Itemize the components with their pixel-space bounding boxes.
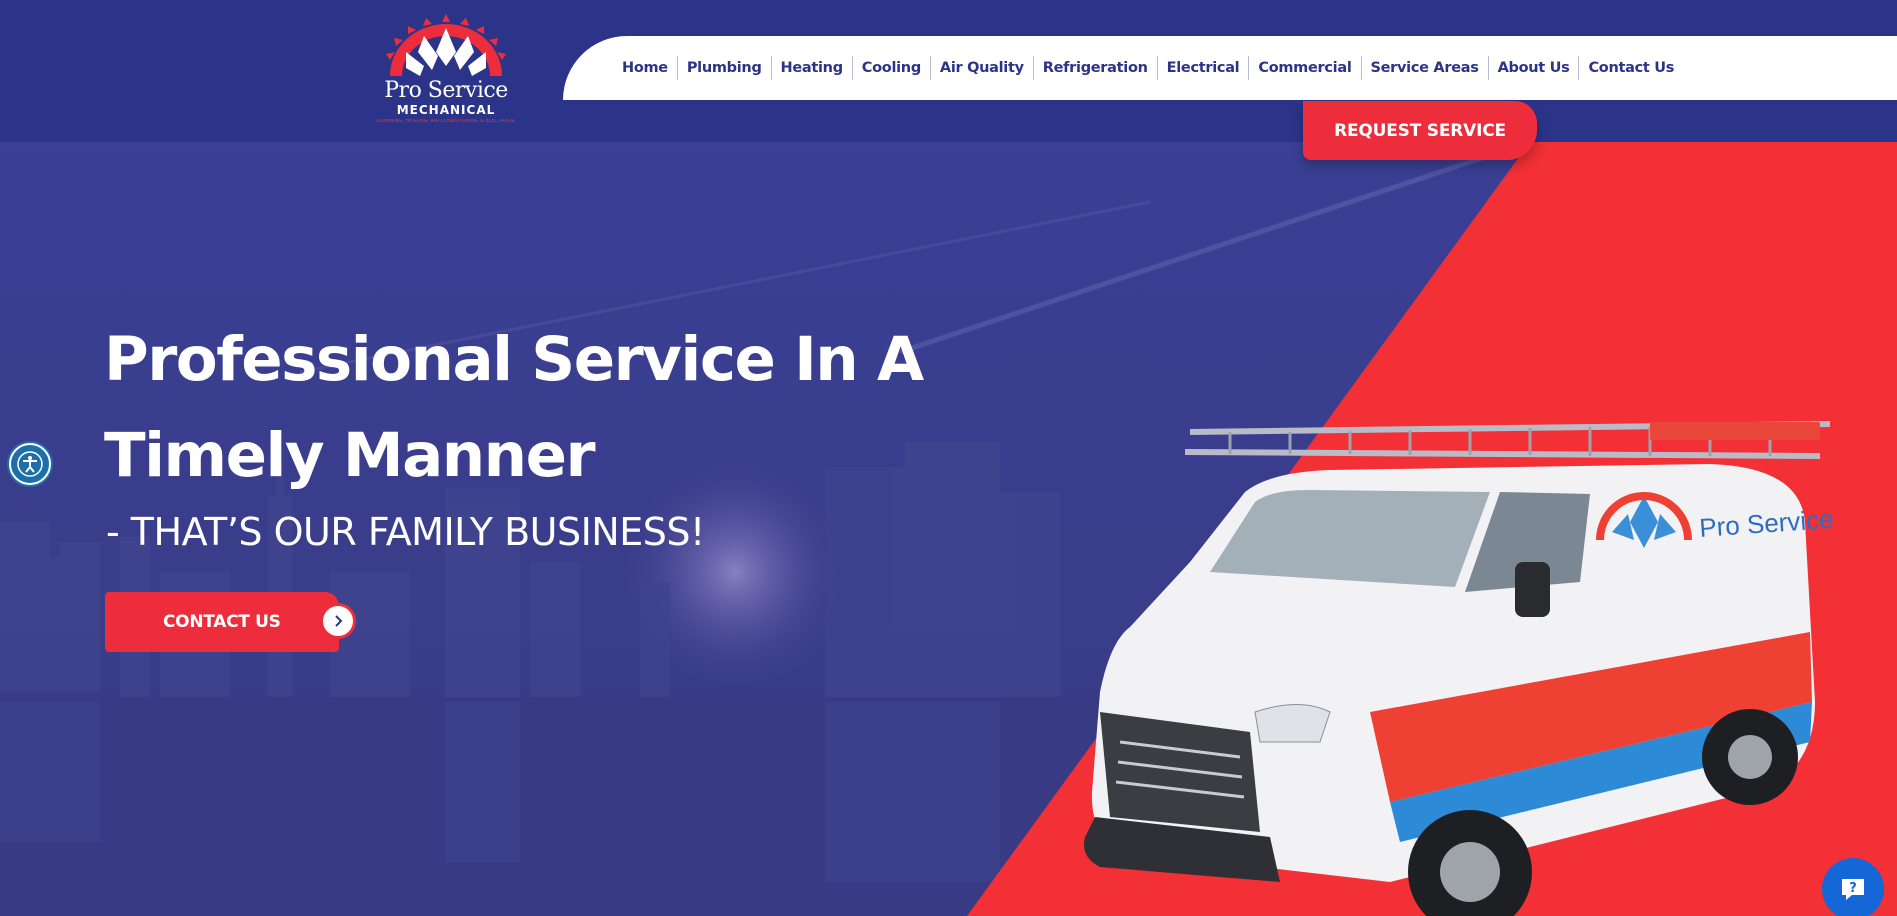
nav-heating[interactable]: Heating <box>770 56 852 80</box>
help-symbol: ? <box>1849 881 1857 896</box>
nav-air-quality[interactable]: Air Quality <box>929 56 1033 80</box>
logo-subname: MECHANICAL <box>396 103 496 117</box>
nav-about-us[interactable]: About Us <box>1487 56 1579 80</box>
chevron-right-icon[interactable] <box>320 603 356 639</box>
hero-title-line2: Timely Manner <box>104 420 596 491</box>
nav-electrical[interactable]: Electrical <box>1156 56 1249 80</box>
main-nav-bar: Home Plumbing Heating Cooling Air Qualit… <box>563 36 1897 100</box>
nav-contact-us[interactable]: Contact Us <box>1578 56 1683 80</box>
logo-sunburst-icon <box>386 14 506 76</box>
main-nav: Home Plumbing Heating Cooling Air Qualit… <box>613 36 1683 100</box>
nav-refrigeration[interactable]: Refrigeration <box>1032 56 1157 80</box>
service-van-image: Pro Service <box>1084 421 1834 916</box>
nav-cooling[interactable]: Cooling <box>851 56 930 80</box>
logo-tagline: PLUMBING, HEATING, AIR CONDITIONING & EL… <box>376 119 516 124</box>
nav-commercial[interactable]: Commercial <box>1248 56 1360 80</box>
nav-home[interactable]: Home <box>613 56 677 80</box>
nav-plumbing[interactable]: Plumbing <box>676 56 771 80</box>
site-logo[interactable]: Pro Service MECHANICAL PLUMBING, HEATING… <box>366 12 526 130</box>
site-header: Pro Service MECHANICAL PLUMBING, HEATING… <box>0 0 1897 142</box>
contact-us-button[interactable]: CONTACT US <box>105 592 339 652</box>
request-service-button[interactable]: REQUEST SERVICE <box>1303 101 1537 160</box>
logo-name: Pro Service <box>384 78 508 103</box>
contact-us-label: CONTACT US <box>163 612 281 632</box>
help-chat-icon[interactable]: ? <box>1822 858 1884 916</box>
hero-title-line1: Professional Service In A <box>104 324 924 395</box>
hero-subtitle: - THAT’S OUR FAMILY BUSINESS! <box>106 510 705 554</box>
accessibility-icon[interactable] <box>9 443 51 485</box>
hero-title: Professional Service In A Timely Manner <box>104 312 984 504</box>
hero-section: Professional Service In A Timely Manner … <box>0 142 1897 916</box>
nav-service-areas[interactable]: Service Areas <box>1360 56 1488 80</box>
